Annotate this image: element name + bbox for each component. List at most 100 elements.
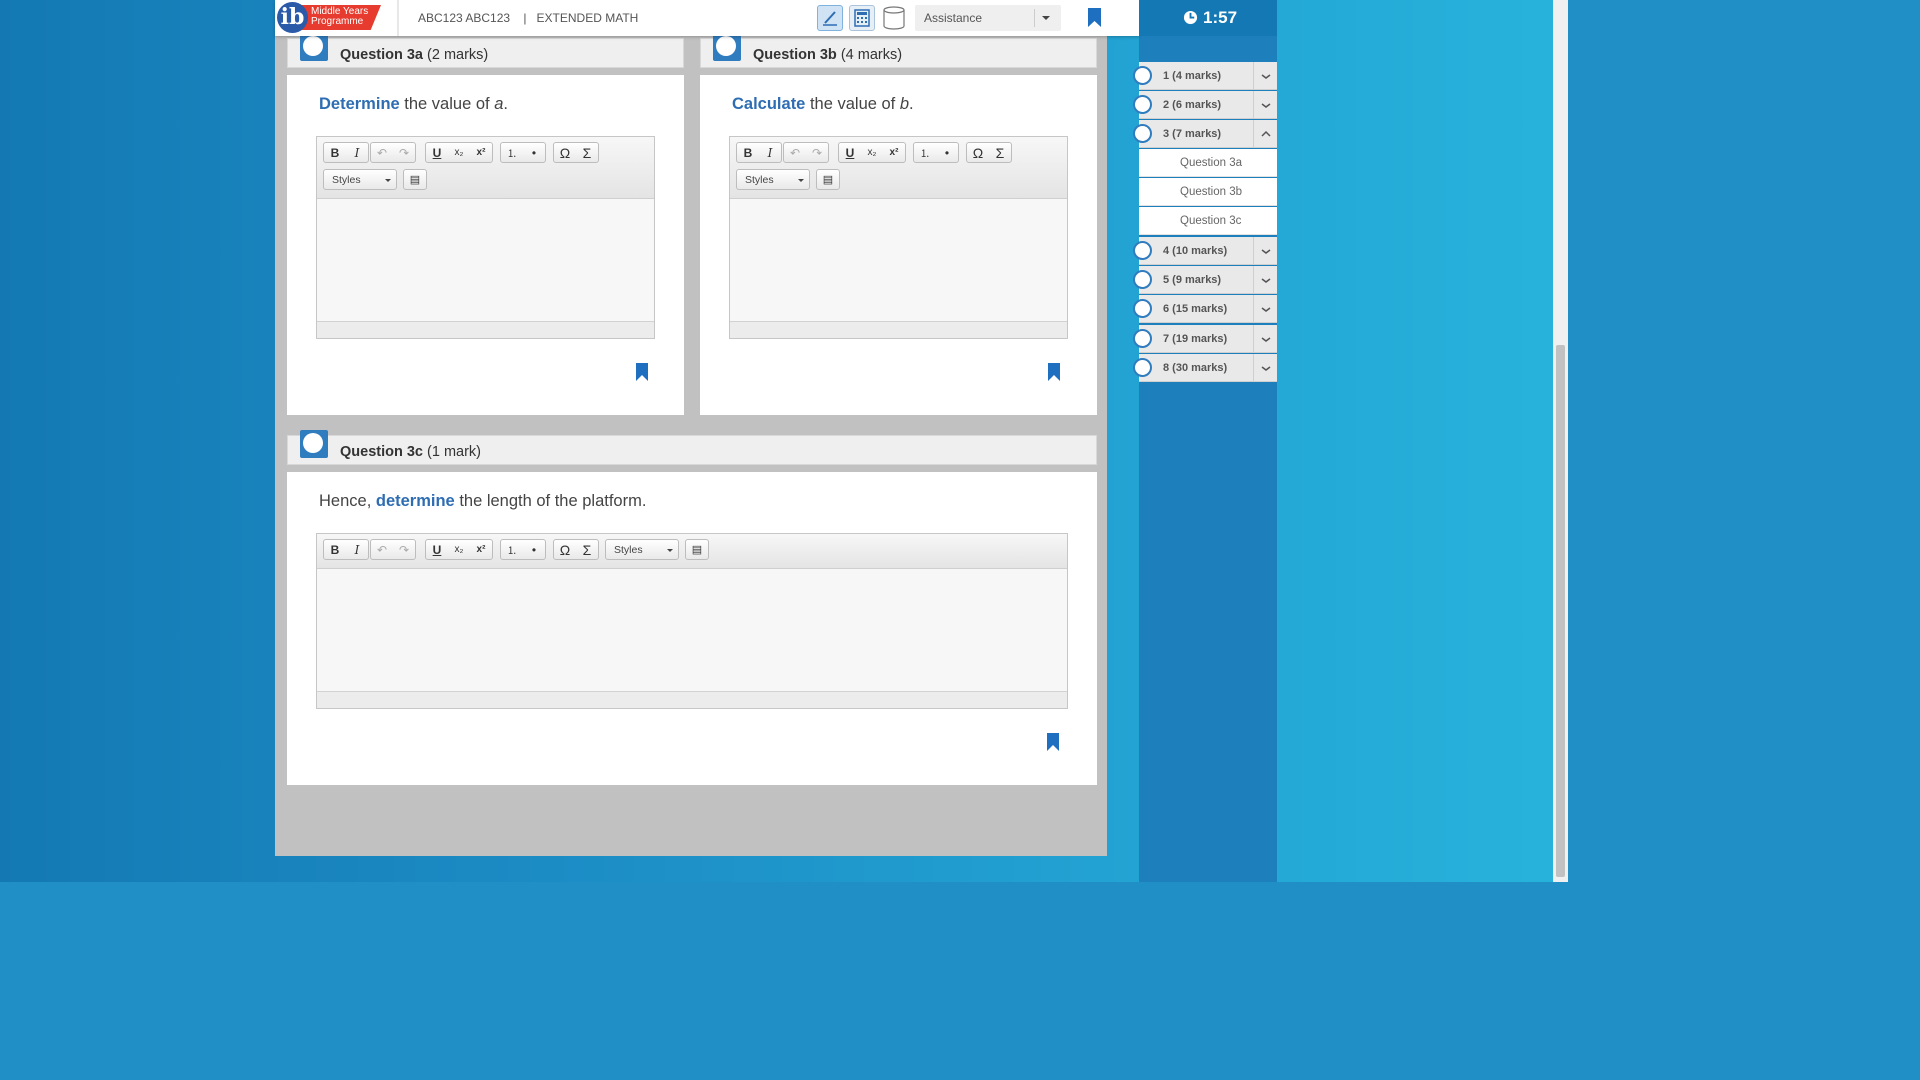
ib-myp-logo: ib Middle Years Programme [277,2,381,33]
bold-button[interactable]: B [737,143,759,162]
answer-editor-3a: BI ↶ ↷ Ux₂ x² ⒈ • ΩΣ Styles ▤ [316,136,655,339]
undo-button[interactable]: ↶ [784,143,806,162]
question-3c-prompt: Hence, determine the length of the platf… [319,492,647,510]
text-direction-icon[interactable]: ▤ [686,540,708,559]
nav-question-3a[interactable]: Question 3a [1139,149,1277,177]
pen-tool-button[interactable] [817,5,843,31]
editor-statusbar [730,321,1067,338]
italic-button[interactable]: I [346,143,368,162]
subscript-button[interactable]: x₂ [861,143,883,162]
expand-toggle[interactable] [1253,325,1277,352]
redo-button[interactable]: ↷ [393,540,415,559]
special-characters-button[interactable]: Ω [967,143,989,162]
question-3b-body: Calculate the value of b. BI ↶ ↷ Ux₂ x² ⒈ •… [700,75,1097,415]
status-indicator [1133,95,1152,114]
expand-toggle[interactable] [1253,295,1277,322]
special-characters-button[interactable]: Ω [554,143,576,162]
text-direction-icon[interactable]: ▤ [817,170,839,189]
bullet-list-button[interactable]: • [523,143,545,162]
exam-info: ABC123 ABC123 | EXTENDED MATH [418,11,639,25]
question-area: Question 3a (2 marks) Determine the valu… [275,33,1107,856]
nav-question-4[interactable]: 4 (10 marks) [1133,237,1277,265]
calculator-icon [854,9,870,27]
pen-icon [823,11,837,26]
page-scrollbar[interactable] [1553,0,1568,882]
caret-down-icon [385,179,391,182]
editor-statusbar [317,691,1067,708]
redo-button[interactable]: ↷ [806,143,828,162]
question-status-marker[interactable] [300,33,328,61]
undo-button[interactable]: ↶ [371,540,393,559]
caret-down-icon [667,549,673,552]
question-3c-header: Question 3c (1 mark) [287,430,1097,465]
redo-button[interactable]: ↷ [393,143,415,162]
status-indicator [1133,358,1152,377]
nav-question-8[interactable]: 8 (30 marks) [1133,354,1277,382]
bullet-list-button[interactable]: • [936,143,958,162]
bookmark-icon[interactable] [1047,733,1059,751]
assistance-dropdown[interactable]: Assistance [915,5,1061,31]
chevron-down-icon [1261,366,1271,371]
nav-question-6[interactable]: 6 (15 marks) [1133,295,1277,323]
italic-button[interactable]: I [759,143,781,162]
superscript-button[interactable]: x² [470,143,492,162]
editor-statusbar [317,321,654,338]
calculator-button[interactable] [849,5,875,31]
status-indicator [1133,299,1152,318]
nav-question-5[interactable]: 5 (9 marks) [1133,266,1277,294]
special-characters-button[interactable]: Ω [554,540,576,559]
superscript-button[interactable]: x² [883,143,905,162]
underline-button[interactable]: U [426,143,448,162]
styles-dropdown[interactable]: Styles [736,169,810,190]
bookmark-icon[interactable] [1048,363,1060,381]
expand-toggle[interactable] [1253,266,1277,293]
styles-dropdown[interactable]: Styles [323,169,397,190]
status-indicator [1133,124,1152,143]
expand-toggle[interactable] [1253,91,1277,118]
bookmark-icon[interactable] [1088,8,1101,32]
chevron-down-icon [1261,278,1271,283]
equation-button[interactable]: Σ [576,143,598,162]
answer-input-3b[interactable] [730,199,1067,323]
bullet-list-button[interactable]: • [523,540,545,559]
collapse-toggle[interactable] [1253,120,1277,147]
styles-dropdown[interactable]: Styles [605,539,679,560]
nav-question-1[interactable]: 1 (4 marks) [1133,62,1277,90]
expand-toggle[interactable] [1253,237,1277,264]
numbered-list-button[interactable]: ⒈ [501,143,523,162]
nav-question-2[interactable]: 2 (6 marks) [1133,91,1277,119]
numbered-list-button[interactable]: ⒈ [501,540,523,559]
nav-question-3c[interactable]: Question 3c [1139,207,1277,235]
subscript-button[interactable]: x₂ [448,143,470,162]
equation-button[interactable]: Σ [989,143,1011,162]
bold-button[interactable]: B [324,540,346,559]
nav-question-3b[interactable]: Question 3b [1139,178,1277,206]
question-status-marker[interactable] [713,33,741,61]
question-3a-prompt: Determine the value of a. [319,95,508,113]
text-direction-icon[interactable]: ▤ [404,170,426,189]
formula-booklet-button[interactable] [881,5,907,31]
underline-button[interactable]: U [426,540,448,559]
question-3a-header: Question 3a (2 marks) [287,33,684,68]
nav-question-7[interactable]: 7 (19 marks) [1133,325,1277,353]
scrollbar-thumb[interactable] [1556,345,1565,877]
expand-toggle[interactable] [1253,354,1277,381]
bookmark-icon[interactable] [636,363,648,381]
answer-input-3c[interactable] [317,569,1067,693]
question-status-marker[interactable] [300,430,328,458]
chevron-down-icon [1261,337,1271,342]
answer-input-3a[interactable] [317,199,654,323]
underline-button[interactable]: U [839,143,861,162]
nav-question-3[interactable]: 3 (7 marks) [1133,120,1277,148]
bold-button[interactable]: B [324,143,346,162]
expand-toggle[interactable] [1253,62,1277,89]
chevron-down-icon [1261,307,1271,312]
superscript-button[interactable]: x² [470,540,492,559]
subscript-button[interactable]: x₂ [448,540,470,559]
italic-button[interactable]: I [346,540,368,559]
undo-button[interactable]: ↶ [371,143,393,162]
equation-button[interactable]: Σ [576,540,598,559]
question-3b-header: Question 3b (4 marks) [700,33,1097,68]
editor-toolbar: BI ↶ ↷ Ux₂ x² ⒈ • ΩΣ Styles ▤ [317,534,1067,569]
numbered-list-button[interactable]: ⒈ [914,143,936,162]
